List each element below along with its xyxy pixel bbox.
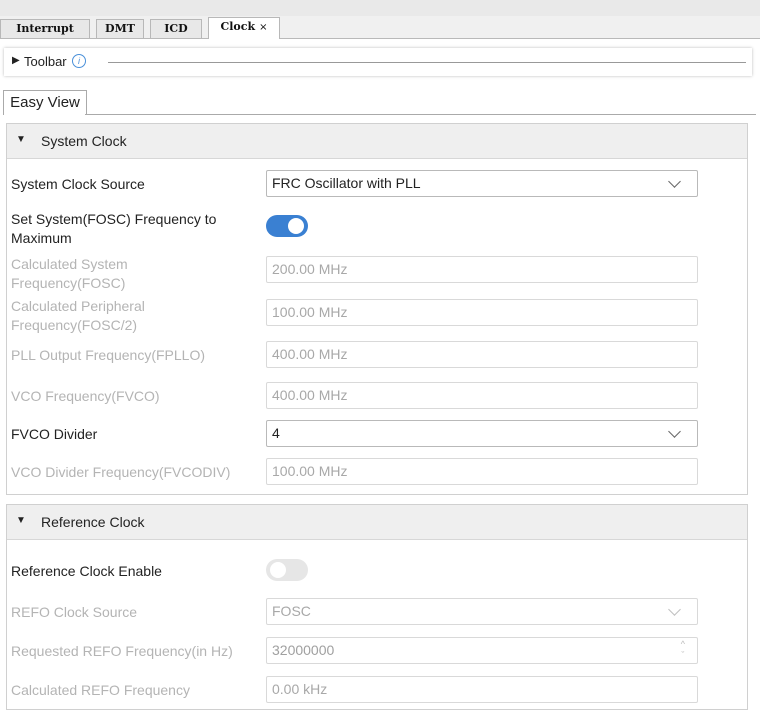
system-clock-section: ▼ System Clock System Clock Source FRC O… — [6, 123, 748, 495]
pll-output-frequency-field: 400.00 MHz — [266, 341, 698, 368]
field-label: Set System(FOSC) Frequency to Maximum — [11, 211, 217, 246]
tab-label: Interrupt — [16, 22, 74, 35]
reference-clock-header[interactable]: ▼ Reference Clock — [7, 505, 747, 540]
field-label: REFO Clock Source — [11, 604, 138, 620]
tab-label: ICD — [164, 22, 188, 35]
calculated-refo-frequency-field: 0.00 kHz — [266, 676, 698, 703]
calculated-peripheral-frequency-field: 100.00 MHz — [266, 299, 698, 326]
vco-frequency-field: 400.00 MHz — [266, 382, 698, 409]
toggle-knob — [288, 218, 304, 234]
window-top-bar — [0, 0, 760, 17]
field-label: PLL Output Frequency(FPLLO) — [11, 347, 206, 363]
view-tab-divider — [85, 114, 756, 115]
expand-triangle-icon[interactable]: ▶ — [12, 55, 20, 66]
tab-label: DMT — [105, 22, 135, 35]
tab-dmt[interactable]: DMT — [96, 19, 144, 38]
section-title: System Clock — [41, 133, 127, 149]
field-label: Calculated REFO Frequency — [11, 682, 190, 698]
tab-bar: Interrupt DMT ICD Clock × — [0, 16, 760, 39]
system-clock-header[interactable]: ▼ System Clock — [7, 124, 747, 159]
select-value: FOSC — [272, 603, 311, 619]
select-value: FRC Oscillator with PLL — [272, 175, 421, 191]
field-label: Requested REFO Frequency(in Hz) — [11, 643, 233, 659]
field-label: FVCO Divider — [11, 426, 98, 442]
collapse-triangle-icon[interactable]: ▼ — [16, 515, 26, 526]
field-label: VCO Frequency(FVCO) — [11, 388, 160, 404]
toolbar: ▶ Toolbar i — [4, 48, 752, 76]
tab-easy-view[interactable]: Easy View — [3, 90, 87, 115]
chevron-down-icon — [668, 425, 681, 438]
section-title: Reference Clock — [41, 514, 145, 530]
system-clock-source-select[interactable]: FRC Oscillator with PLL — [266, 170, 698, 197]
set-max-frequency-toggle[interactable] — [266, 215, 308, 237]
chevron-down-icon — [668, 603, 681, 616]
spinner-value: 32000000 — [272, 642, 335, 658]
field-label: Calculated Peripheral Frequency(FOSC/2) — [11, 298, 145, 333]
toggle-knob — [270, 562, 286, 578]
field-label: Calculated System Frequency(FOSC) — [11, 256, 128, 291]
select-value: 4 — [272, 425, 280, 441]
spinner-arrows-icon: ^ ˇ — [680, 639, 685, 660]
reference-clock-enable-toggle[interactable] — [266, 559, 308, 581]
tab-interrupt[interactable]: Interrupt — [0, 19, 90, 38]
tab-clock[interactable]: Clock × — [208, 17, 280, 39]
reference-clock-section: ▼ Reference Clock Reference Clock Enable… — [6, 504, 748, 710]
toolbar-divider — [108, 62, 746, 63]
field-label: VCO Divider Frequency(FVCODIV) — [11, 464, 231, 480]
calculated-system-frequency-field: 200.00 MHz — [266, 256, 698, 283]
close-icon[interactable]: × — [259, 22, 267, 33]
info-icon[interactable]: i — [72, 54, 86, 68]
collapse-triangle-icon[interactable]: ▼ — [16, 134, 26, 145]
chevron-down-icon — [668, 175, 681, 188]
tab-label: Clock — [220, 20, 256, 33]
field-label: System Clock Source — [11, 176, 145, 192]
fvco-divider-select[interactable]: 4 — [266, 420, 698, 447]
field-label: Reference Clock Enable — [11, 563, 162, 579]
toolbar-label[interactable]: Toolbar — [24, 54, 67, 69]
refo-clock-source-select: FOSC — [266, 598, 698, 625]
tab-icd[interactable]: ICD — [150, 19, 202, 38]
vco-divider-frequency-field: 100.00 MHz — [266, 458, 698, 485]
requested-refo-frequency-spinner: 32000000 ^ ˇ — [266, 637, 698, 664]
